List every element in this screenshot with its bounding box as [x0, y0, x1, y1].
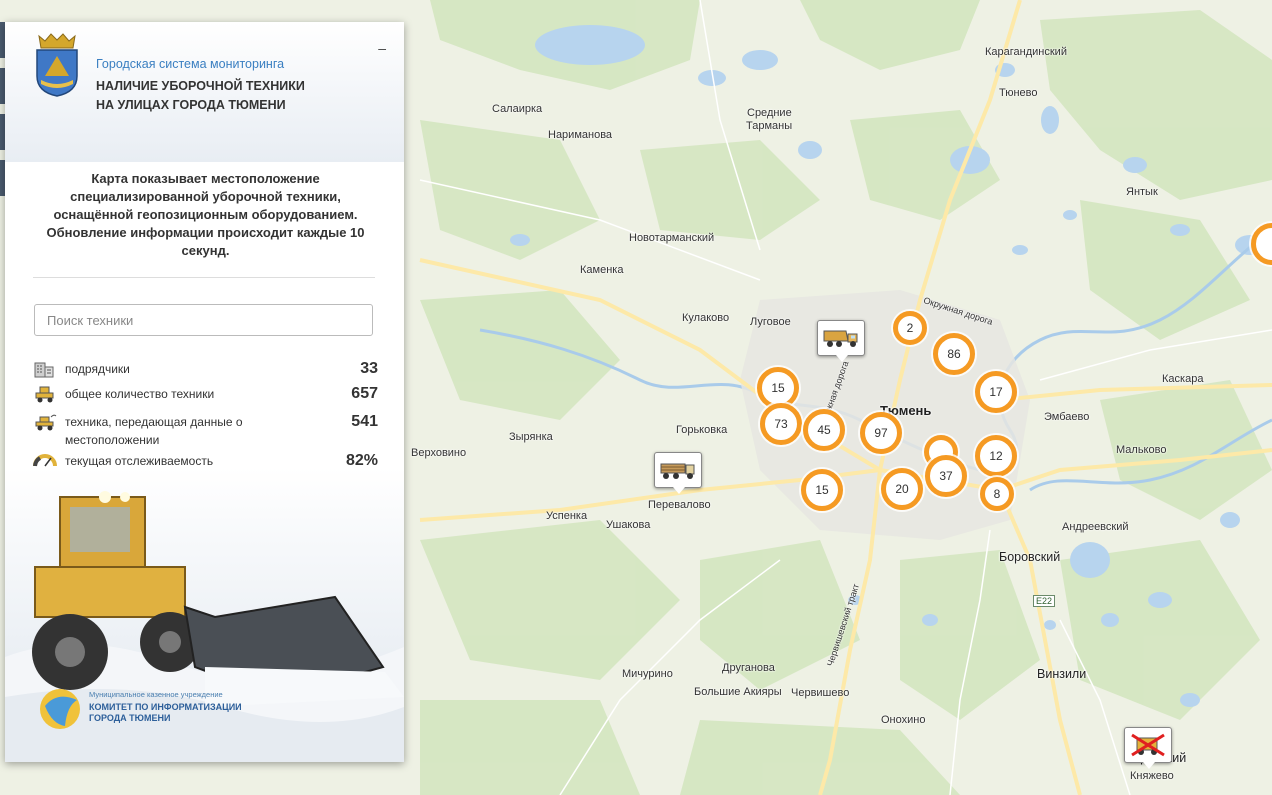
stat-value: 33 — [360, 360, 378, 377]
place-label: Горьковка — [676, 424, 728, 436]
place-label: Зырянка — [509, 431, 553, 443]
org-name-line: КОМИТЕТ ПО ИНФОРМАТИЗАЦИИ — [89, 702, 242, 712]
place-label: Тарманы — [746, 120, 793, 132]
stat-label: техника, передающая данные о местоположе… — [65, 415, 243, 447]
loader-icon — [35, 386, 54, 403]
collapse-button[interactable]: – — [378, 40, 386, 56]
vehicle-cluster[interactable]: 45 — [803, 409, 845, 451]
place-label: Средние — [747, 107, 792, 119]
place-label: Успенка — [546, 510, 588, 522]
vehicle-search-input[interactable] — [34, 304, 373, 336]
stat-value: 657 — [351, 385, 378, 402]
inactive-vehicle-marker[interactable] — [1124, 727, 1172, 769]
place-label: Княжево — [1130, 770, 1174, 782]
vehicle-cluster[interactable]: 97 — [860, 412, 902, 454]
place-label: Каскара — [1162, 373, 1204, 385]
place-label: Ушакова — [606, 519, 651, 531]
place-label: Нариманова — [548, 129, 613, 141]
timber-truck-icon — [660, 463, 695, 479]
place-label: Эмбаево — [1044, 411, 1090, 423]
place-label: Боровский — [999, 550, 1061, 564]
org-name-line: ГОРОДА ТЮМЕНИ — [89, 713, 171, 723]
dump-truck-marker[interactable] — [817, 320, 865, 362]
vehicle-cluster[interactable]: 86 — [933, 333, 975, 375]
panel-header: Городская система мониторинга НАЛИЧИЕ УБ… — [5, 22, 404, 162]
place-label: Верховино — [411, 447, 467, 459]
place-label: Янтык — [1126, 186, 1158, 198]
dump-truck-icon — [823, 330, 858, 347]
gauge-icon — [33, 454, 57, 467]
building-icon — [34, 362, 54, 378]
org-caption: Муниципальное казенное учреждение — [89, 690, 223, 699]
place-label: Салаирка — [492, 103, 543, 115]
place-label: Винзили — [1037, 667, 1087, 681]
place-label: Кулаково — [682, 312, 730, 324]
stat-value: 541 — [351, 413, 378, 430]
place-label: Друганова — [722, 662, 775, 674]
panel-title-line: НА УЛИЦАХ ГОРОДА ТЮМЕНИ — [96, 98, 286, 112]
place-label: Луговое — [750, 316, 791, 328]
stat-label: общее количество техники — [65, 387, 215, 401]
place-label: Каменка — [580, 264, 624, 276]
place-label: Онохино — [881, 714, 926, 726]
vehicle-cluster[interactable]: 15 — [801, 469, 843, 511]
place-label: Андреевский — [1062, 521, 1129, 533]
place-label: Новотарманский — [629, 232, 715, 244]
vehicle-cluster[interactable]: 17 — [975, 371, 1017, 413]
place-label: Червишево — [791, 687, 850, 699]
log-truck-marker[interactable] — [654, 452, 702, 494]
vehicle-cluster[interactable]: 2 — [893, 311, 927, 345]
vehicle-cluster[interactable]: 20 — [881, 468, 923, 510]
org-name: КОМИТЕТ ПО ИНФОРМАТИЗАЦИИ ГОРОДА ТЮМЕНИ — [89, 702, 242, 724]
stat-label: подрядчики — [65, 362, 130, 376]
panel-subtitle: Городская система мониторинга — [96, 57, 285, 71]
vehicle-cluster[interactable]: 8 — [980, 477, 1014, 511]
place-label: Мальково — [1116, 444, 1167, 456]
committee-logo-icon — [40, 689, 80, 729]
place-label: Тюнево — [999, 87, 1038, 99]
inactive-loader-icon — [1131, 733, 1165, 757]
place-label: Большие Акияры — [694, 686, 782, 698]
place-label: Перевалово — [648, 499, 711, 511]
city-crest-icon — [36, 33, 78, 97]
vehicle-cluster[interactable]: 73 — [760, 403, 802, 445]
vehicle-cluster[interactable]: 12 — [975, 435, 1017, 477]
vehicle-cluster[interactable]: 37 — [925, 455, 967, 497]
place-label: Мичурино — [622, 668, 673, 680]
panel-title-line: НАЛИЧИЕ УБОРОЧНОЙ ТЕХНИКИ — [96, 79, 305, 93]
divider — [33, 277, 375, 278]
panel-title: НАЛИЧИЕ УБОРОЧНОЙ ТЕХНИКИ НА УЛИЦАХ ГОРО… — [96, 77, 305, 115]
loader-signal-icon — [35, 414, 57, 431]
panel-description: Карта показывает местоположение специали… — [46, 171, 365, 258]
highway-shield: Е22 — [1033, 595, 1056, 607]
info-panel: Городская система мониторинга НАЛИЧИЕ УБ… — [5, 22, 404, 762]
place-label: Карагандинский — [985, 46, 1067, 58]
